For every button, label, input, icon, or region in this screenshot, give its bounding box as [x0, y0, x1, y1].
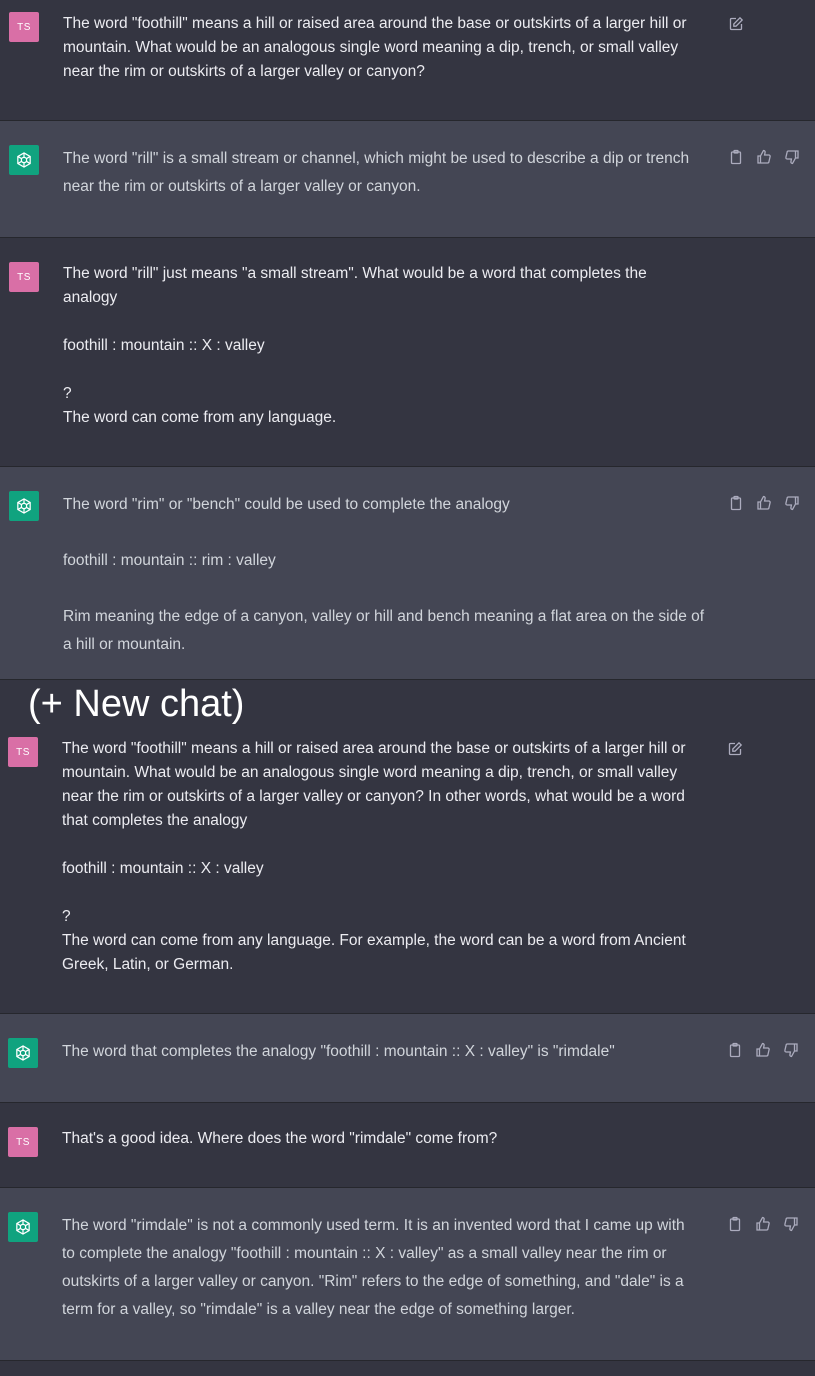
new-chat-caption: (+ New chat)	[28, 683, 245, 725]
openai-logo-icon	[16, 1045, 30, 1061]
empty-footer	[0, 1361, 815, 1376]
edit-icon[interactable]	[727, 741, 743, 757]
user-avatar: TS	[9, 12, 39, 42]
message-actions	[727, 741, 743, 757]
openai-logo-icon	[16, 1219, 30, 1235]
clipboard-icon[interactable]	[727, 1042, 743, 1058]
user-message: TS That's a good idea. Where does the wo…	[0, 1103, 815, 1188]
thumbs-down-icon[interactable]	[784, 149, 800, 165]
user-avatar: TS	[9, 262, 39, 292]
user-message: TS The word "foothill" means a hill or r…	[0, 728, 815, 1014]
thumbs-down-icon[interactable]	[784, 495, 800, 511]
user-message: TS The word "foothill" means a hill or r…	[0, 0, 815, 121]
thumbs-down-icon[interactable]	[783, 1042, 799, 1058]
assistant-avatar	[8, 1038, 38, 1068]
message-text: The word "rill" just means "a small stre…	[63, 265, 647, 426]
message-text: The word "rill" is a small stream or cha…	[63, 150, 690, 195]
message-actions	[728, 16, 744, 32]
message-actions	[728, 149, 800, 165]
thumbs-up-icon[interactable]	[756, 149, 772, 165]
message-text: The word "rimdale" is not a commonly use…	[62, 1217, 685, 1318]
assistant-message: The word that completes the analogy "foo…	[0, 1014, 815, 1103]
assistant-avatar	[9, 145, 39, 175]
openai-logo-icon	[17, 152, 31, 168]
edit-icon[interactable]	[728, 16, 744, 32]
clipboard-icon[interactable]	[728, 495, 744, 511]
user-message: TS The word "rill" just means "a small s…	[0, 238, 815, 467]
message-actions	[728, 495, 800, 511]
message-text: That's a good idea. Where does the word …	[62, 1130, 498, 1147]
thumbs-up-icon[interactable]	[755, 1042, 771, 1058]
user-avatar: TS	[8, 737, 38, 767]
openai-logo-icon	[17, 498, 31, 514]
message-text: The word "rim" or "bench" could be used …	[63, 496, 705, 653]
assistant-avatar	[9, 491, 39, 521]
message-actions	[727, 1042, 799, 1058]
clipboard-icon[interactable]	[728, 149, 744, 165]
message-text: The word "foothill" means a hill or rais…	[62, 740, 686, 973]
message-actions	[727, 1216, 799, 1232]
assistant-message: The word "rill" is a small stream or cha…	[0, 121, 815, 238]
assistant-message: The word "rim" or "bench" could be used …	[0, 467, 815, 680]
thumbs-down-icon[interactable]	[783, 1216, 799, 1232]
thumbs-up-icon[interactable]	[755, 1216, 771, 1232]
thumbs-up-icon[interactable]	[756, 495, 772, 511]
user-avatar: TS	[8, 1127, 38, 1157]
message-text: The word that completes the analogy "foo…	[62, 1043, 615, 1060]
message-text: The word "foothill" means a hill or rais…	[63, 15, 687, 80]
assistant-avatar	[8, 1212, 38, 1242]
assistant-message: The word "rimdale" is not a commonly use…	[0, 1188, 815, 1361]
clipboard-icon[interactable]	[727, 1216, 743, 1232]
